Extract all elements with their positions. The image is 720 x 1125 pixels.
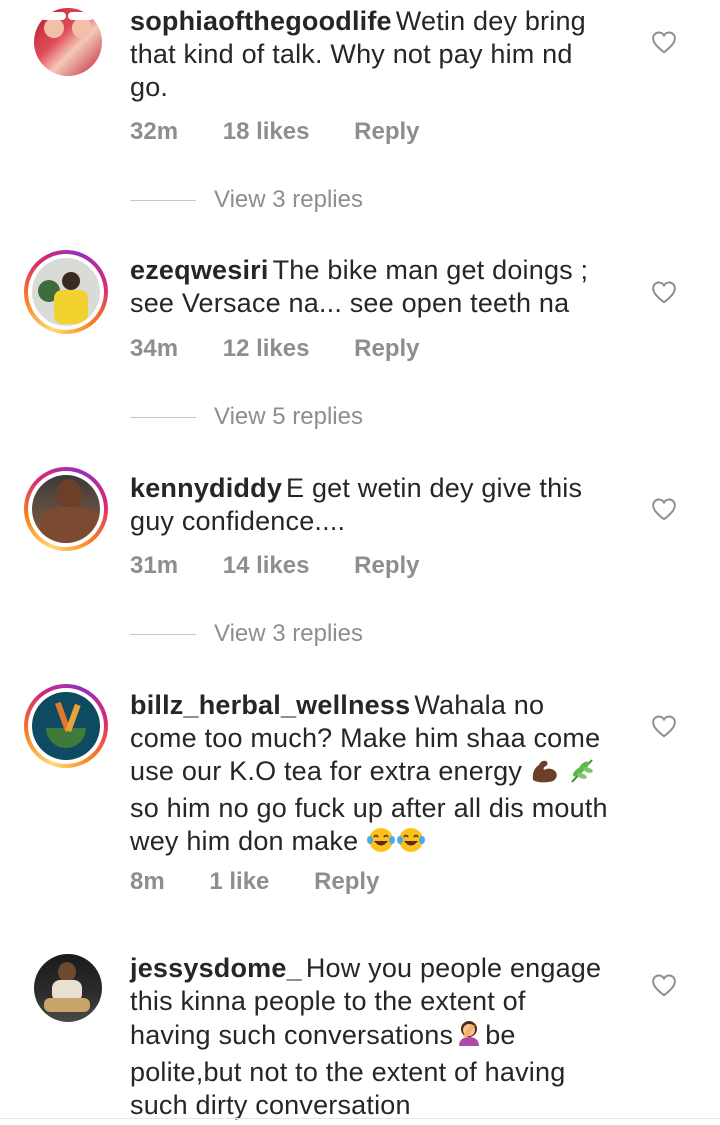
flexed-biceps-emoji [530,756,560,792]
comment-likes[interactable]: 14 likes [223,552,310,579]
herb-emoji [568,756,598,792]
reply-button[interactable]: Reply [354,552,419,579]
replies-divider [130,633,196,635]
comment-username[interactable]: kennydiddy [130,473,282,503]
comment-body: kennydiddy E get wetin dey give this guy … [130,472,610,538]
replies-divider [130,416,196,418]
comment-body: jessysdome_ How you people engage this ki… [130,952,610,1122]
view-replies-label: View 5 replies [214,403,363,430]
heart-icon[interactable] [651,973,677,997]
view-replies-label: View 3 replies [214,620,363,647]
avatar[interactable] [24,250,108,334]
comment-username[interactable]: ezeqwesiri [130,255,269,285]
comment-likes[interactable]: 12 likes [223,335,310,362]
comment-username[interactable]: jessysdome_ [130,953,302,983]
comment-meta: 31m 14 likes Reply [130,552,458,580]
tears-of-joy-emoji [366,826,396,862]
tears-of-joy-emoji [396,826,426,862]
reply-button[interactable]: Reply [354,118,419,145]
avatar[interactable] [24,467,108,551]
replies-divider [130,199,196,201]
heart-icon[interactable] [651,280,677,304]
view-replies-button[interactable]: View 3 replies [130,186,363,214]
bottom-divider [0,1118,720,1119]
view-replies-button[interactable]: View 5 replies [130,403,363,431]
view-replies-label: View 3 replies [214,186,363,213]
avatar-story-ring [28,471,104,547]
avatar-image [32,475,100,543]
comment-meta: 32m 18 likes Reply [130,118,458,146]
avatar-image [32,692,100,760]
comment-username[interactable]: sophiaofthegoodlife [130,6,392,36]
view-replies-button[interactable]: View 3 replies [130,620,363,648]
avatar-image [34,8,102,76]
comment-body: sophiaofthegoodlife Wetin dey bring that … [130,5,610,104]
comment-time: 32m [130,118,179,145]
comment-time: 8m [130,868,165,895]
heart-icon[interactable] [651,497,677,521]
avatar[interactable] [24,684,108,768]
comment-username[interactable]: billz_herbal_wellness [130,690,410,720]
avatar-story-ring [28,688,104,764]
comment-body: ezeqwesiri The bike man get doings ; see … [130,254,610,320]
woman-facepalming-emoji [453,1018,485,1056]
avatar-image [32,258,100,326]
comment-meta: 34m 12 likes Reply [130,335,458,363]
avatar[interactable] [34,954,102,1022]
reply-button[interactable]: Reply [314,868,379,895]
heart-icon[interactable] [651,714,677,738]
comment-time: 31m [130,552,179,579]
avatar-image [34,954,102,1022]
comment-body: billz_herbal_wellness Wahala no come too … [130,689,610,862]
avatar[interactable] [34,8,102,76]
reply-button[interactable]: Reply [354,335,419,362]
comment-likes[interactable]: 18 likes [223,118,310,145]
heart-icon[interactable] [651,30,677,54]
comment-likes[interactable]: 1 like [209,868,269,895]
avatar-story-ring [28,254,104,330]
comment-time: 34m [130,335,179,362]
comment-meta: 8m 1 like Reply [130,868,417,896]
